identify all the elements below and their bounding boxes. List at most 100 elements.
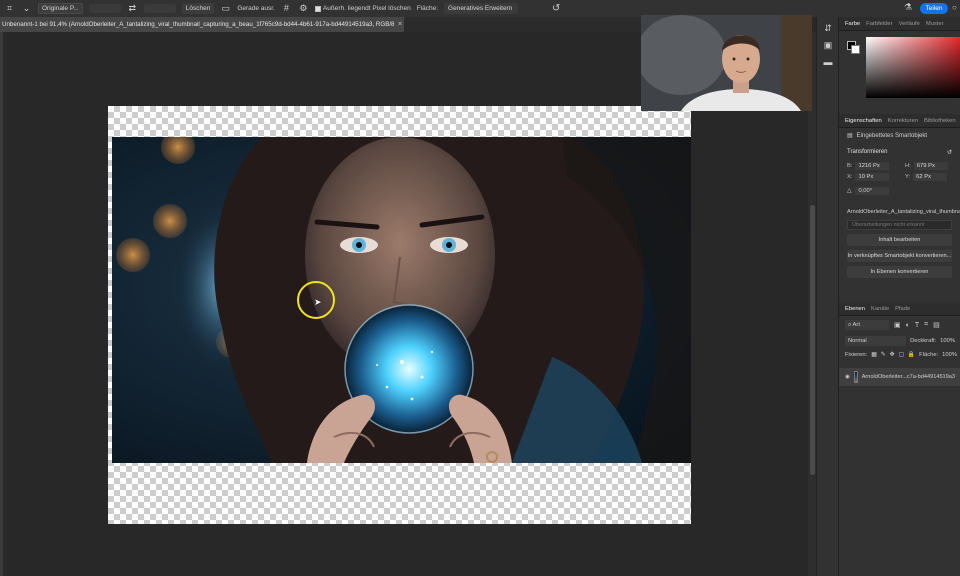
tab-libraries[interactable]: Bibliotheken bbox=[924, 118, 956, 124]
type-filter-icon[interactable]: T bbox=[915, 322, 919, 329]
flask-icon[interactable]: ⚗ bbox=[904, 2, 912, 13]
webcam-overlay bbox=[641, 15, 812, 111]
lock-move-icon[interactable]: ✥ bbox=[890, 352, 895, 358]
transform-section: Transformieren ↺ bbox=[839, 143, 960, 158]
lock-artboard-icon[interactable]: ▢ bbox=[898, 352, 903, 358]
kind-filter-label: Art bbox=[852, 322, 860, 328]
smart-filter-icon[interactable]: ▤ bbox=[933, 321, 940, 329]
smart-object-type: ▤ Eingebettetes Smartobjekt bbox=[839, 128, 960, 143]
lock-pixels-icon[interactable]: ▦ bbox=[871, 352, 876, 358]
height-row: H: 679 Px bbox=[905, 162, 960, 170]
tool-presets-icon[interactable]: ▣ bbox=[817, 40, 839, 51]
lock-all-icon[interactable]: 🔒 bbox=[908, 352, 915, 358]
document-tab[interactable]: Unbenannt-1 bei 91,4% (ArnoldOberleiter_… bbox=[0, 17, 404, 32]
chevron-down-icon[interactable]: ⌄ bbox=[21, 3, 32, 14]
width-row: B: 1216 Px bbox=[847, 162, 905, 170]
ratio-dropdown[interactable]: Originale P... bbox=[38, 3, 83, 14]
scrollbar-thumb[interactable] bbox=[810, 205, 815, 475]
tab-gradients[interactable]: Verläufe bbox=[899, 21, 920, 27]
right-panel: Farbe Farbfelder Verläufe Muster Eigensc… bbox=[838, 17, 960, 576]
search-icon[interactable]: ○ bbox=[952, 3, 957, 12]
options-bar: ⌗ ⌄ Originale P... ⇄ Löschen ▭ Gerade au… bbox=[0, 0, 960, 17]
layers-panel-tabs: Ebenen Kanäle Pfade bbox=[839, 302, 960, 316]
adjustment-filter-icon[interactable]: ◐ bbox=[906, 322, 910, 329]
properties-panel-tabs: Eigenschaften Korrekturen Bibliotheken bbox=[839, 114, 960, 128]
transform-fields: B: 1216 Px H: 679 Px X: 10 Px Y: 62 Px bbox=[839, 158, 960, 185]
tab-paths[interactable]: Pfade bbox=[895, 306, 910, 312]
height-value[interactable]: 679 Px bbox=[913, 162, 948, 170]
layer-thumbnail bbox=[853, 371, 858, 383]
layers-panel: Ebenen Kanäle Pfade ⌕ Art ▣ ◐ T ⌗ ▤ Norm… bbox=[839, 302, 960, 386]
kind-filter[interactable]: ⌕ Art bbox=[845, 320, 889, 330]
lock-paint-icon[interactable]: ✎ bbox=[881, 352, 886, 358]
x-label: X: bbox=[847, 174, 853, 180]
color-panel-tabs: Farbe Farbfelder Verläufe Muster bbox=[839, 17, 960, 31]
angle-icon: △ bbox=[847, 188, 852, 194]
opacity-label: Deckkraft: bbox=[910, 338, 937, 344]
tab-layers[interactable]: Ebenen bbox=[845, 306, 865, 312]
angle-value[interactable]: 0,00° bbox=[855, 187, 890, 195]
fill-value[interactable]: 100% bbox=[942, 352, 957, 358]
layer-row[interactable]: ◉ ArnoldOberleiter...c7a-bd44914519a3 bbox=[839, 368, 960, 386]
shape-filter-icon[interactable]: ⌗ bbox=[924, 321, 928, 329]
tab-properties[interactable]: Eigenschaften bbox=[845, 118, 882, 124]
color-picker-field[interactable] bbox=[866, 37, 960, 98]
share-button[interactable]: Teilen bbox=[920, 3, 948, 14]
move-tool-icon[interactable]: ⌗ bbox=[4, 3, 15, 14]
convert-layers-button[interactable]: In Ebenen konvertieren bbox=[847, 266, 952, 278]
grid-overlay-icon[interactable]: # bbox=[281, 3, 292, 14]
x-value[interactable]: 10 Px bbox=[855, 173, 890, 181]
canvas-photo[interactable] bbox=[112, 137, 691, 463]
background-color-swatch[interactable] bbox=[851, 45, 860, 54]
smart-object-label: Eingebettetes Smartobjekt bbox=[856, 132, 928, 139]
convert-linked-button[interactable]: In verknüpftes Smartobjekt konvertieren.… bbox=[847, 250, 952, 262]
tab-adjustments[interactable]: Korrekturen bbox=[888, 118, 918, 124]
y-value[interactable]: 62 Px bbox=[913, 173, 948, 181]
straighten-label[interactable]: Gerade ausr. bbox=[237, 5, 275, 12]
visibility-eye-icon[interactable]: ◉ bbox=[845, 374, 850, 380]
delete-pixels-checkbox[interactable]: Außerh. liegendt Pixel löschen bbox=[314, 5, 411, 12]
width-label: B: bbox=[847, 163, 853, 169]
gear-icon[interactable]: ⚙ bbox=[298, 3, 309, 14]
tab-swatches[interactable]: Farbfelder bbox=[866, 21, 892, 27]
opacity-value[interactable]: 100% bbox=[940, 338, 955, 344]
smart-object-filename: ArnoldOberleiter_A_tantalizing_viral_thu… bbox=[847, 209, 960, 215]
color-panel bbox=[839, 31, 960, 104]
tab-channels[interactable]: Kanäle bbox=[871, 306, 889, 312]
blend-mode-select[interactable]: Normal bbox=[845, 336, 907, 346]
lock-row: Fixieren: ▦ ✎ ✥ ▢ 🔒 Fläche: 100% bbox=[839, 348, 960, 362]
document-title: Unbenannt-1 bei 91,4% (ArnoldOberleiter_… bbox=[2, 21, 394, 28]
angle-row: △ 0,00° bbox=[839, 185, 960, 197]
reset-icon[interactable]: ↺ bbox=[947, 149, 952, 156]
checkbox-box[interactable] bbox=[314, 5, 321, 12]
delete-pixels-label: Außerh. liegendt Pixel löschen bbox=[322, 5, 411, 12]
revision-field: Überarbeitungen nicht erkannt bbox=[847, 220, 952, 230]
blend-row: Normal Deckkraft: 100% bbox=[839, 334, 960, 348]
close-icon[interactable]: × bbox=[398, 21, 402, 28]
comment-icon[interactable]: ▬ bbox=[817, 57, 839, 67]
width-value[interactable]: 1216 Px bbox=[855, 162, 890, 170]
fill-select[interactable]: Generatives Erweitern bbox=[444, 3, 519, 14]
clear-button[interactable]: Löschen bbox=[181, 3, 215, 14]
smart-object-icon: ▤ bbox=[847, 133, 853, 139]
swap-icon[interactable]: ⇄ bbox=[127, 3, 138, 14]
width-field[interactable] bbox=[88, 4, 121, 13]
image-filter-icon[interactable]: ▣ bbox=[894, 321, 901, 329]
height-label: H: bbox=[905, 163, 911, 169]
fill-label: Fläche: bbox=[919, 352, 939, 358]
tab-patterns[interactable]: Muster bbox=[926, 21, 944, 27]
height-field[interactable] bbox=[143, 4, 176, 13]
tab-color[interactable]: Farbe bbox=[845, 21, 860, 27]
layers-filter-bar: ⌕ Art ▣ ◐ T ⌗ ▤ bbox=[839, 316, 960, 334]
layer-name[interactable]: ArnoldOberleiter...c7a-bd44914519a3 bbox=[862, 374, 955, 380]
arrows-icon[interactable]: ⇵ bbox=[817, 23, 839, 34]
straighten-icon[interactable]: ▭ bbox=[220, 3, 231, 14]
presenter-video bbox=[641, 15, 812, 111]
y-label: Y: bbox=[905, 174, 911, 180]
undo-icon[interactable]: ↺ bbox=[552, 3, 560, 14]
pointer-icon: ➤ bbox=[314, 297, 322, 307]
portrait-image bbox=[112, 137, 691, 463]
edit-contents-button[interactable]: Inhalt bearbeiten bbox=[847, 234, 952, 246]
x-row: X: 10 Px bbox=[847, 173, 905, 181]
panel-icon-strip: ⇵ ▣ ▬ bbox=[816, 17, 838, 576]
